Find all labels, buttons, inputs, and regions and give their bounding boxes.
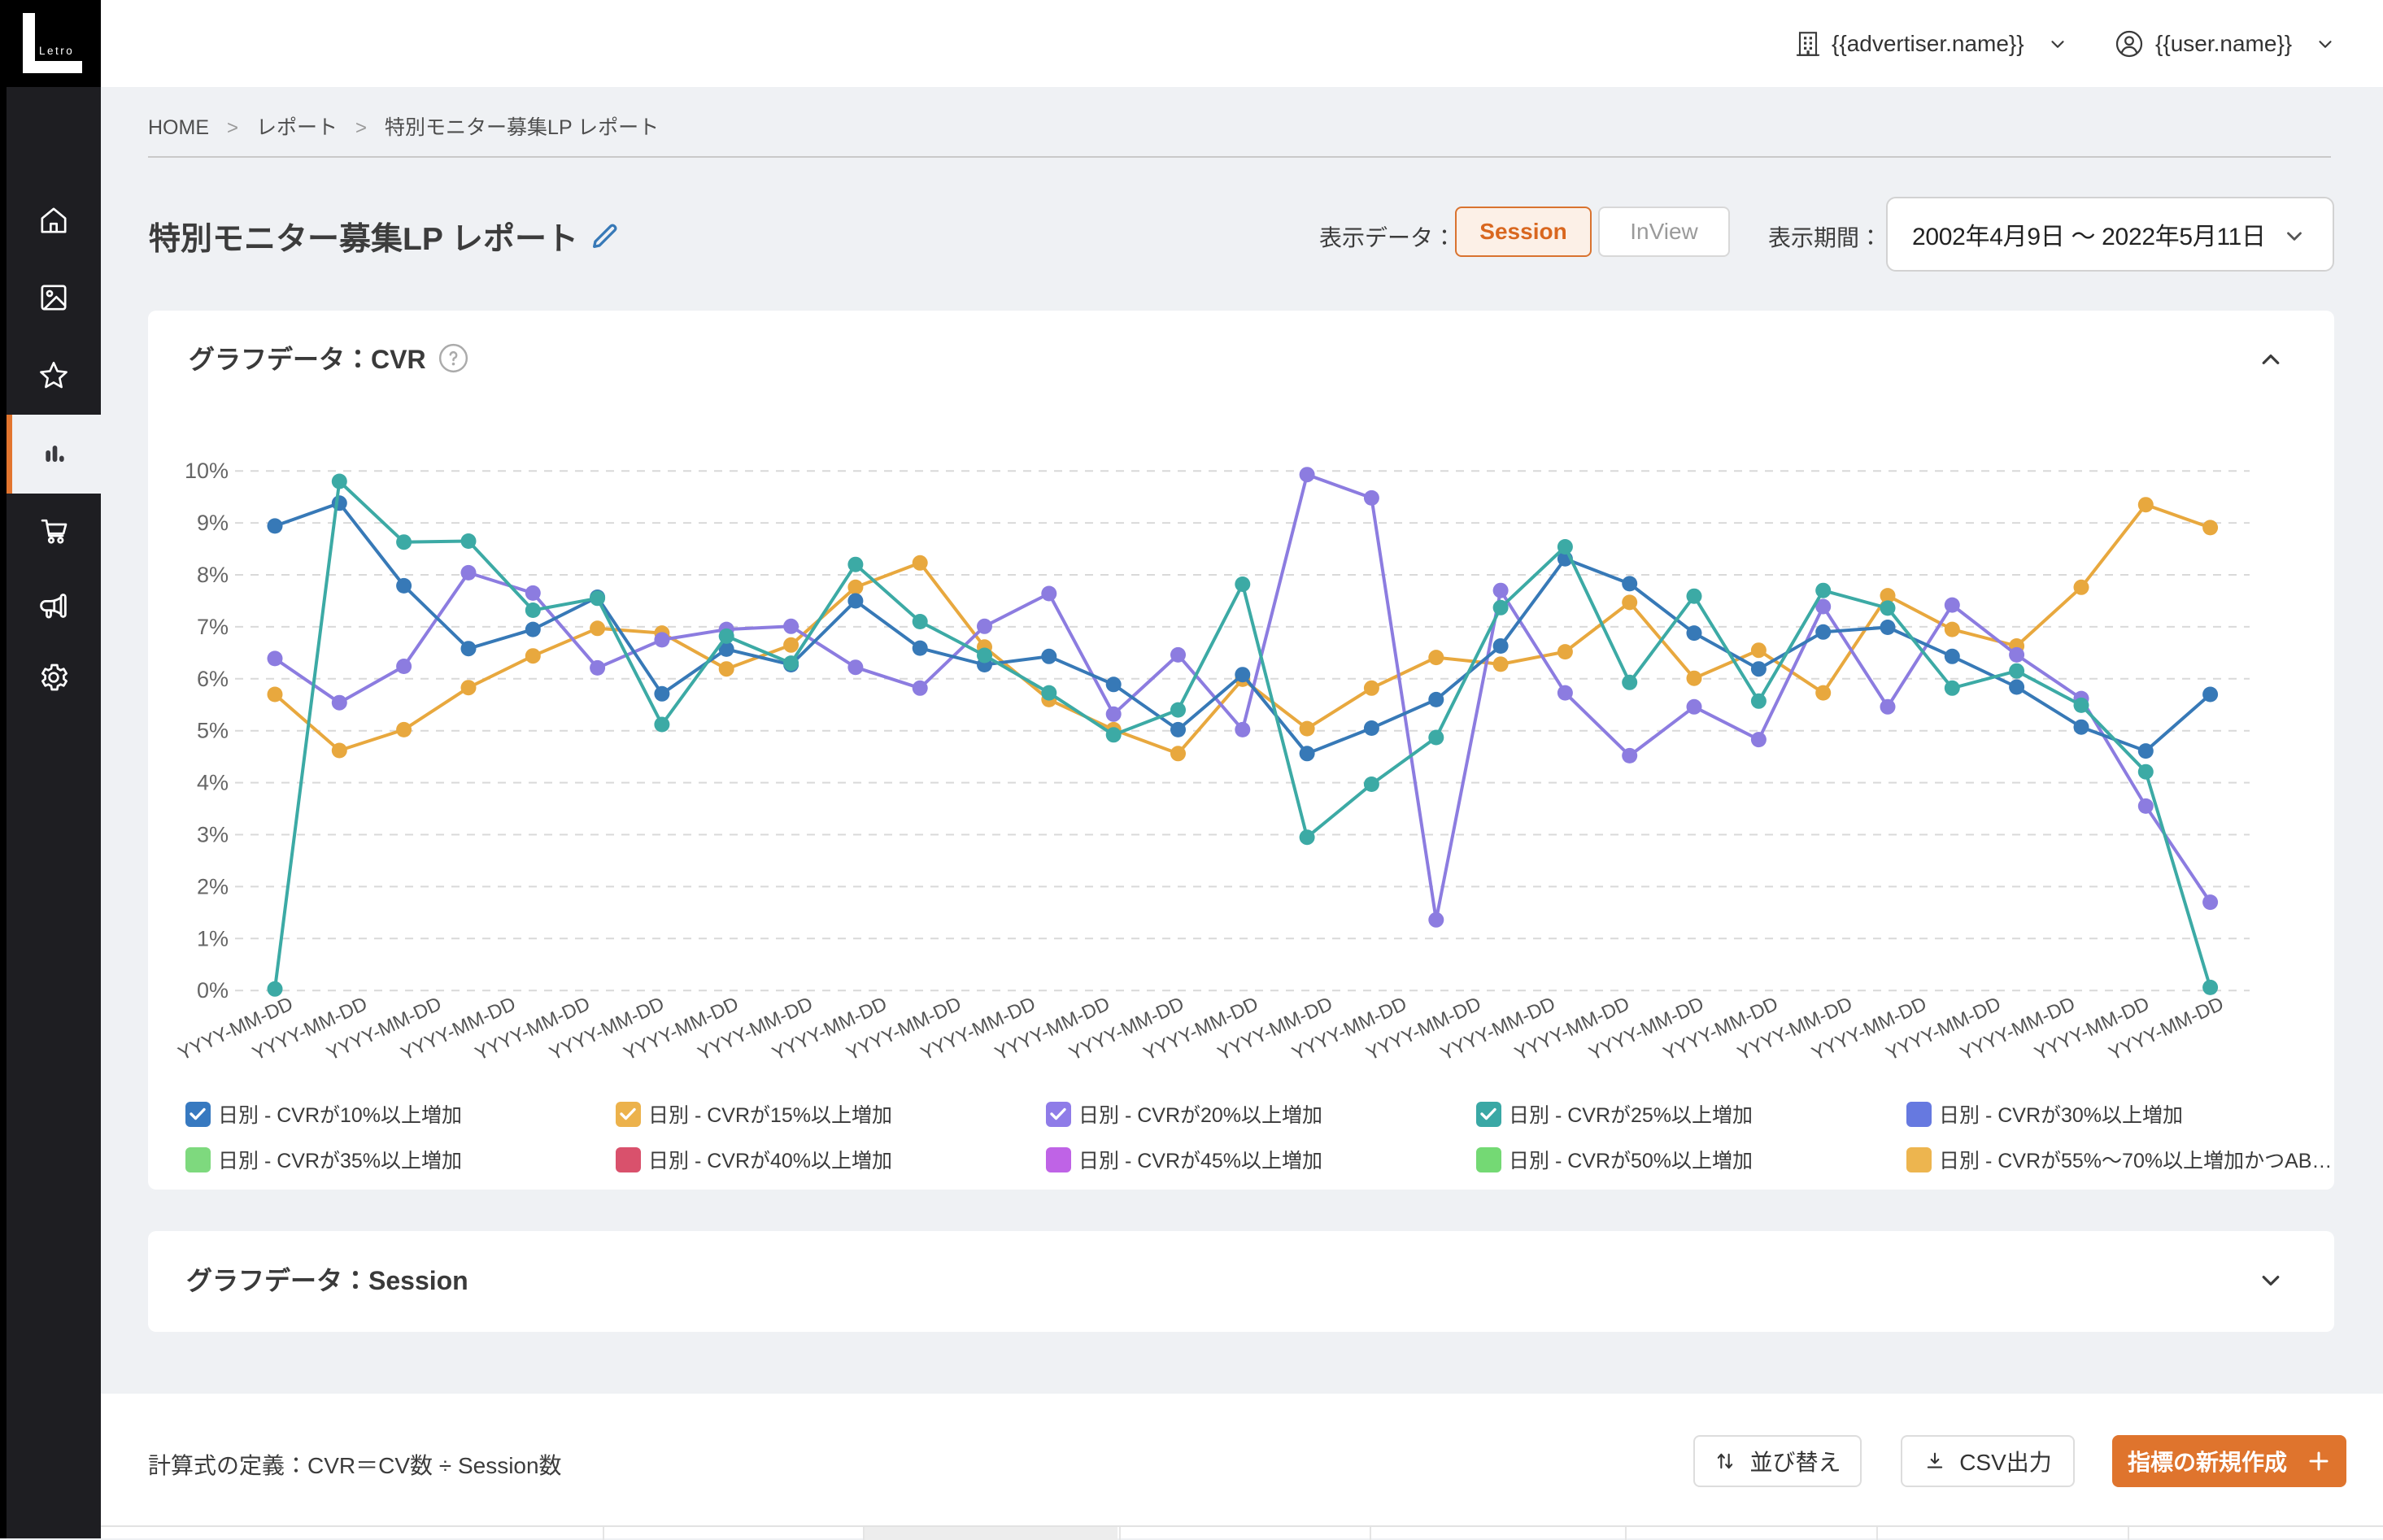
svg-text:8%: 8% — [197, 563, 229, 587]
svg-text:2%: 2% — [197, 874, 229, 898]
svg-text:5%: 5% — [197, 719, 229, 743]
svg-text:10%: 10% — [185, 459, 229, 483]
svg-text:1%: 1% — [197, 926, 229, 951]
svg-text:Letro: Letro — [39, 45, 74, 57]
svg-text:0%: 0% — [197, 978, 229, 1003]
svg-text:6%: 6% — [197, 667, 229, 691]
svg-text:9%: 9% — [197, 511, 229, 535]
svg-text:3%: 3% — [197, 823, 229, 847]
svg-text:7%: 7% — [197, 615, 229, 639]
svg-text:4%: 4% — [197, 771, 229, 795]
